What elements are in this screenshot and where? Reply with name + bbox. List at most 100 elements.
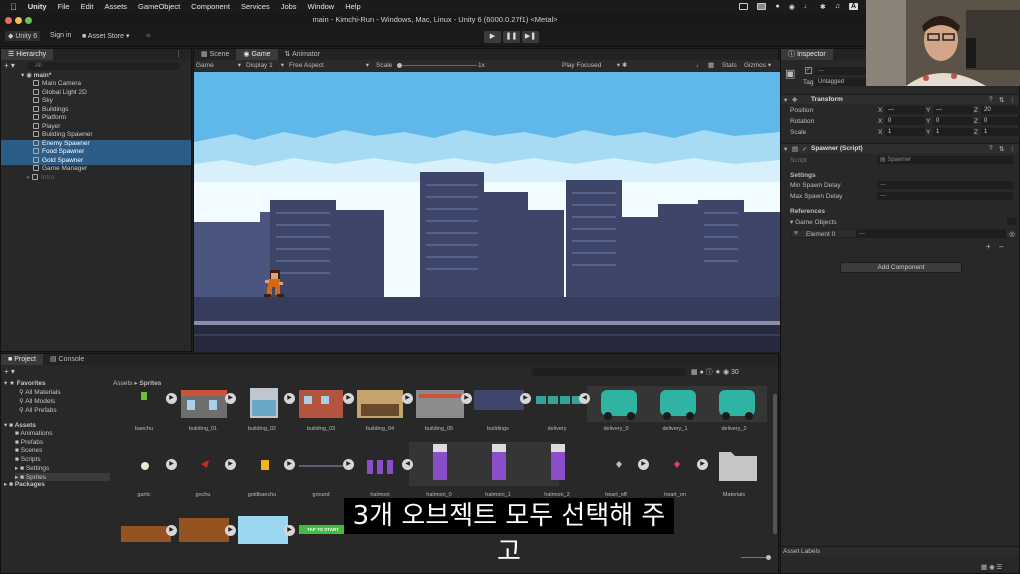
step-button[interactable]: ▶❚	[522, 31, 539, 43]
expand-sheet-button[interactable]: ▶	[225, 393, 236, 404]
max-spawn-delay-field[interactable]: —	[877, 192, 1013, 200]
asset-item-label[interactable]: buildings	[469, 426, 527, 432]
fav-all-materials[interactable]: ⚲ All Materials	[19, 388, 61, 396]
help-icon[interactable]: ?	[989, 96, 993, 103]
filter-type-icon[interactable]: ▦	[691, 369, 700, 376]
expand-sheet-button[interactable]: ▶	[284, 525, 295, 536]
visibility-icon[interactable]: ◉	[723, 369, 729, 376]
expand-sheet-button[interactable]: ▶	[225, 525, 236, 536]
asset-item-label[interactable]: delivery	[528, 426, 586, 432]
asset-store-button[interactable]: ■ Asset Store ▾	[82, 32, 129, 40]
game-mode-dropdown[interactable]: Game ▾	[196, 60, 241, 71]
tab-game[interactable]: ◉ Game	[236, 49, 278, 60]
hierarchy-item[interactable]: Gold Spawner	[1, 156, 191, 165]
asset-item-label[interactable]: building_02	[233, 426, 291, 432]
creative-cloud-icon[interactable]: ●	[775, 3, 779, 10]
grid-toggle-icon[interactable]: ▦	[708, 60, 714, 71]
menu-help[interactable]: Help	[345, 2, 360, 11]
tab-inspector[interactable]: ⓘ Inspector	[781, 49, 833, 60]
asset-item-label[interactable]: delivery_0	[587, 426, 645, 432]
thumbnail-size-slider[interactable]	[741, 555, 771, 560]
stats-button[interactable]: Stats	[722, 60, 737, 71]
transform-position-y-field[interactable]: —	[933, 106, 973, 114]
transform-scale-z-field[interactable]: 1	[981, 128, 1020, 136]
transform-scale-x-field[interactable]: 1	[885, 128, 925, 136]
collapse-sheet-button[interactable]: ◀	[402, 459, 413, 470]
expand-sheet-button[interactable]: ▶	[697, 459, 708, 470]
enabled-checkbox[interactable]: ✓	[802, 145, 807, 153]
hierarchy-item[interactable]: Food Spawner	[1, 148, 191, 157]
project-search-input[interactable]	[531, 368, 687, 376]
preset-icon[interactable]: ⇅	[999, 96, 1004, 104]
aspect-dropdown[interactable]: Free Aspect ▾	[289, 60, 369, 71]
asset-item-label[interactable]: delivery_1	[646, 426, 704, 432]
expand-sheet-button[interactable]: ▶	[520, 393, 531, 404]
help-icon[interactable]: ?	[989, 145, 993, 152]
bug-icon[interactable]: ✱	[622, 60, 627, 71]
tab-hierarchy[interactable]: ☰ Hierarchy	[1, 49, 54, 60]
hierarchy-item[interactable]: Player	[1, 122, 191, 132]
menu-window[interactable]: Window	[308, 2, 335, 11]
hierarchy-item[interactable]: Game Manager	[1, 165, 191, 174]
favorites-header[interactable]: ▾ ★ Favorites	[4, 379, 46, 387]
list-size-field[interactable]	[1007, 218, 1017, 225]
asset-labels-bar[interactable]: Asset Labels	[781, 546, 1019, 556]
game-canvas[interactable]	[194, 72, 780, 352]
expand-sheet-button[interactable]: ▶	[225, 459, 236, 470]
hierarchy-item[interactable]: Platform	[1, 114, 191, 123]
expand-sheet-button[interactable]: ▶	[461, 393, 472, 404]
menu-assets[interactable]: Assets	[105, 2, 128, 11]
cloud-icon[interactable]: ☼	[145, 32, 151, 39]
menu-file[interactable]: File	[58, 2, 70, 11]
add-component-button[interactable]: Add Component	[840, 262, 962, 273]
transform-position-z-field[interactable]: 20	[981, 106, 1020, 114]
game-objects-foldout[interactable]: ▾ Game Objects	[790, 218, 837, 226]
asset-item-label[interactable]: building_05	[410, 426, 468, 432]
play-button[interactable]: ▶	[484, 31, 501, 43]
volume-icon[interactable]: ♩	[804, 3, 811, 10]
menu-edit[interactable]: Edit	[81, 2, 94, 11]
active-checkbox[interactable]: ✓	[805, 67, 812, 74]
remove-element-button[interactable]: –	[999, 242, 1003, 251]
tab-animator[interactable]: ⇅ Animator	[278, 49, 327, 60]
expand-sheet-button[interactable]: ▶	[166, 393, 177, 404]
asset-item-label[interactable]: goldbaechu	[233, 492, 291, 498]
hierarchy-item[interactable]: Main Camera	[1, 80, 191, 89]
menu-jobs[interactable]: Jobs	[281, 2, 297, 11]
transform-header[interactable]: ▾ ✥ Transform ? ⇅ ⋮	[781, 94, 1019, 104]
asset-item-label[interactable]: ground	[292, 492, 350, 498]
menu-component[interactable]: Component	[191, 2, 230, 11]
asset-item-label[interactable]: delivery_2	[705, 426, 763, 432]
expand-sheet-button[interactable]: ▶	[166, 525, 177, 536]
tab-console[interactable]: ▤ Console	[43, 354, 91, 365]
scale-slider[interactable]	[397, 63, 477, 68]
hierarchy-item[interactable]: Global Light 2D	[1, 88, 191, 98]
asset-item-label[interactable]: building_03	[292, 426, 350, 432]
bluetooth-icon[interactable]: ✱	[820, 3, 826, 11]
menu-services[interactable]: Services	[241, 2, 270, 11]
transform-position-x-field[interactable]: —	[885, 106, 925, 114]
folder-item[interactable]: ▸ ■ Settings	[15, 464, 49, 472]
project-scrollbar[interactable]	[773, 394, 777, 534]
fav-all-models[interactable]: ⚲ All Models	[19, 397, 55, 405]
input-source-badge[interactable]: A	[848, 3, 858, 10]
gizmos-button[interactable]: Gizmos ▾	[744, 60, 771, 71]
add-element-button[interactable]: +	[986, 242, 991, 251]
sign-in-button[interactable]: Sign in	[50, 32, 71, 39]
asset-item-label[interactable]: gochu	[174, 492, 232, 498]
asset-item-label[interactable]: Materials	[705, 492, 763, 498]
preset-icon[interactable]: ⇅	[999, 145, 1004, 153]
pause-button[interactable]: ❚❚	[503, 31, 520, 43]
expand-sheet-button[interactable]: ▶	[638, 459, 649, 470]
transform-rotation-y-field[interactable]: 0	[933, 117, 973, 125]
spawner-header[interactable]: ▾ ▤ ✓ Spawner (Script) ? ⇅ ⋮	[781, 143, 1019, 153]
min-spawn-delay-field[interactable]: —	[877, 181, 1013, 189]
hierarchy-item[interactable]: Buildings	[1, 105, 191, 115]
folder-item[interactable]: ■ Prefabs	[15, 439, 43, 446]
expand-sheet-button[interactable]: ▶	[166, 459, 177, 470]
music-icon[interactable]: ♫	[835, 3, 840, 10]
packages-root[interactable]: ▸ ■ Packages	[4, 480, 45, 488]
hierarchy-lock-icon[interactable]: ⋮	[175, 50, 182, 58]
display-icon[interactable]	[757, 3, 767, 10]
scale-slider-handle[interactable]	[397, 63, 402, 68]
